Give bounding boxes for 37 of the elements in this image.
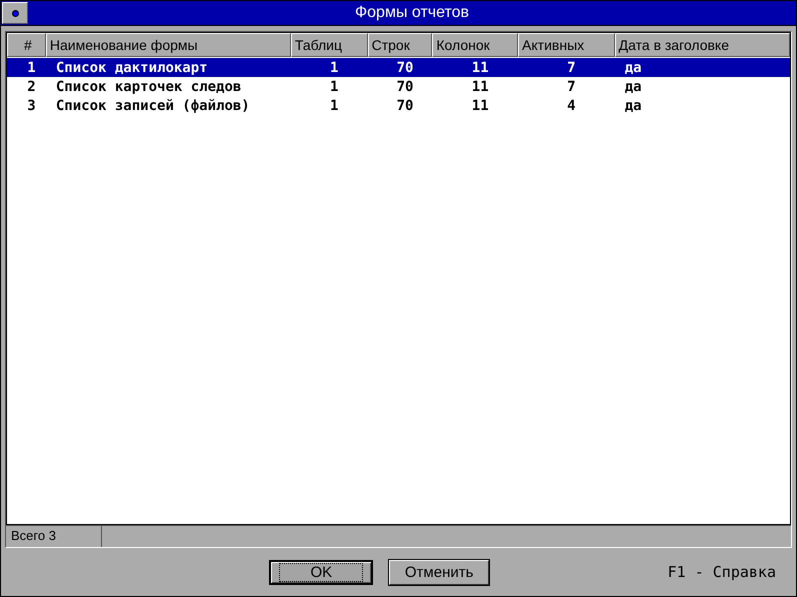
table-cell: 7 [567,60,576,76]
window-title: Формы отчетов [354,4,470,22]
table-cell: 11 [472,98,489,114]
table-cell: 4 [567,98,576,114]
table-row[interactable]: 1 Список дактилокарт 1 70 11 7 да [7,58,790,77]
table-cell: 1 [27,60,36,76]
table-cell: 11 [472,78,489,94]
help-hint: F1 - Справка [668,563,776,581]
table-cell: 70 [396,78,414,94]
table-cell: Список дактилокарт [56,60,208,76]
table-row[interactable]: 2 Список карточек следов 1 70 11 7 да [7,77,790,96]
dialog-button[interactable]: Отменить [389,560,490,584]
table-cell: 70 [396,60,414,76]
table-cell: Список карточек следов [56,78,242,94]
column-header[interactable]: # [7,33,46,57]
table-cell: 1 [330,98,338,114]
table-cell: 3 [27,98,36,114]
table-cell: 1 [330,78,338,94]
table-cell: 2 [27,78,36,94]
table-cell: 1 [330,60,338,76]
table-cell: Список записей (файлов) [56,98,250,114]
column-header[interactable]: Активных [518,33,615,57]
table-cell: 7 [567,78,576,94]
table-cell: 70 [396,98,414,114]
column-header[interactable]: Наименование формы [46,33,291,57]
column-header[interactable]: Колонок [432,33,518,57]
table-row[interactable]: 3 Список записей (файлов) 1 70 11 4 да [7,96,790,115]
system-menu-button[interactable] [2,2,28,24]
table-cell: да [624,60,642,76]
table-cell: да [624,78,642,94]
column-header[interactable]: Дата в заголовке [614,33,790,57]
dialog-button[interactable]: OK [269,560,374,584]
column-header[interactable]: Строк [368,33,432,57]
record-count: Всего 3 [6,526,102,547]
column-header[interactable]: Таблиц [290,33,368,57]
table-cell: 11 [472,60,489,76]
table-cell: да [624,98,642,114]
